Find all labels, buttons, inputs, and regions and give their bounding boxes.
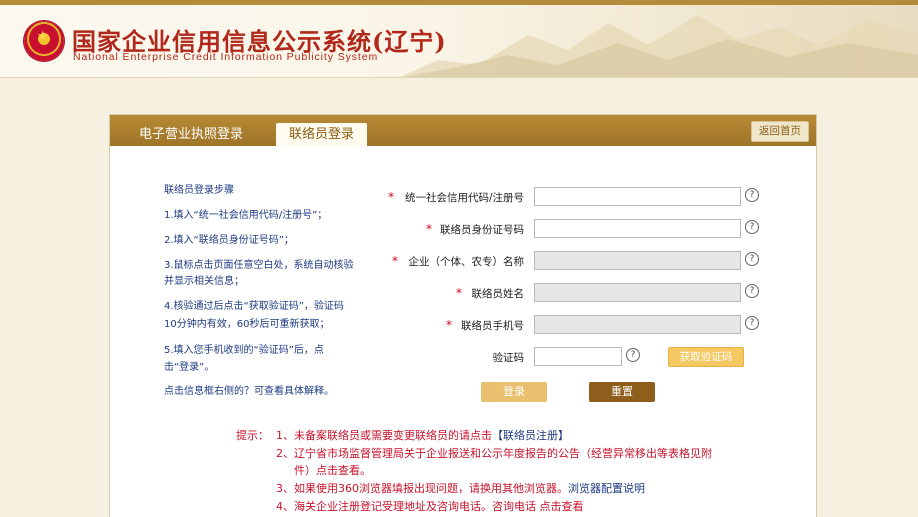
liaison-phone-label: 联络员手机号: [461, 320, 524, 332]
note-line-1: 1、未备案联络员或需要变更联络员的请点击【联络员注册】: [276, 427, 569, 444]
step-line: 5.填入您手机收到的“验证码”后，点: [164, 345, 324, 356]
help-icon[interactable]: ?: [745, 252, 759, 266]
form-row-liaison-name: * 联络员姓名 ?: [380, 283, 800, 303]
panel-header: 电子营业执照登录 联络员登录 返回首页: [110, 115, 816, 146]
site-subtitle: National Enterprise Credit Information P…: [73, 51, 379, 63]
liaison-phone-input[interactable]: [534, 315, 741, 334]
national-emblem-icon[interactable]: [24, 21, 64, 61]
help-icon[interactable]: ?: [626, 348, 640, 362]
required-mark: *: [446, 318, 452, 332]
help-icon[interactable]: ?: [745, 316, 759, 330]
step-line: 2.填入“联络员身份证号码”；: [164, 235, 294, 246]
tab-e-license-login[interactable]: 电子营业执照登录: [110, 123, 272, 146]
note-1-text: 1、未备案联络员或需要变更联络员的请点击: [276, 429, 492, 442]
form-row-id-number: * 联络员身份证号码 ?: [380, 219, 800, 239]
form-row-credit-code: * 统一社会信用代码/注册号 ?: [380, 187, 800, 207]
credit-code-input[interactable]: [534, 187, 741, 206]
required-mark: *: [392, 254, 398, 268]
step-line: 击“登录”。: [164, 362, 215, 373]
help-icon[interactable]: ?: [745, 220, 759, 234]
step-line: 10分钟内有效，60秒后可重新获取；: [164, 319, 330, 330]
form-row-liaison-phone: * 联络员手机号 ?: [380, 315, 800, 335]
browser-config-link[interactable]: 浏览器配置说明: [568, 482, 645, 495]
mountain-decoration: [400, 15, 918, 77]
liaison-register-link[interactable]: 【联络员注册】: [492, 429, 569, 442]
steps-hint: 点击信息框右侧的？可查看具体解释。: [164, 386, 334, 397]
company-name-label: 企业（个体、农专）名称: [408, 256, 525, 268]
note-line-2a: 2、辽宁省市场监督管理局关于企业报送和公示年度报告的公告（经营异常移出等表格见附: [276, 447, 712, 460]
steps-title: 联络员登录步骤: [164, 185, 234, 196]
help-icon[interactable]: ?: [745, 188, 759, 202]
tab-liaison-login[interactable]: 联络员登录: [276, 123, 367, 146]
login-button[interactable]: 登录: [481, 382, 547, 402]
login-panel: 电子营业执照登录 联络员登录 返回首页 联络员登录步骤 1.填入“统一社会信用代…: [109, 114, 817, 517]
step-line: 4.核验通过后点击“获取验证码”，验证码: [164, 301, 344, 312]
step-line: 3.鼠标点击页面任意空白处，系统自动核验: [164, 260, 354, 271]
step-line: 1.填入“统一社会信用代码/注册号”；: [164, 210, 328, 221]
liaison-name-input[interactable]: [534, 283, 741, 302]
captcha-input[interactable]: [534, 347, 622, 366]
note-line-4[interactable]: 4、海关企业注册登记受理地址及咨询电话。咨询电话 点击查看: [276, 498, 584, 515]
form-row-company-name: * 企业（个体、农专）名称 ?: [380, 251, 800, 271]
liaison-name-label: 联络员姓名: [471, 288, 525, 300]
form-row-captcha: 验证码 ? 获取验证码: [380, 347, 800, 367]
id-number-label: 联络员身份证号码: [440, 224, 524, 236]
required-mark: *: [426, 222, 432, 236]
note-line-3: 3、如果使用360浏览器填报出现问题，请换用其他浏览器。浏览器配置说明: [276, 480, 645, 497]
help-icon[interactable]: ?: [745, 284, 759, 298]
company-name-input[interactable]: [534, 251, 741, 270]
get-code-button[interactable]: 获取验证码: [668, 347, 744, 367]
note-3-text: 3、如果使用360浏览器填报出现问题，请换用其他浏览器。: [276, 482, 568, 495]
credit-code-label: 统一社会信用代码/注册号: [404, 192, 524, 204]
required-mark: *: [456, 286, 462, 300]
notes-prefix: 提示：: [236, 429, 269, 442]
captcha-label: 验证码: [492, 352, 525, 364]
step-line: 并显示相关信息；: [164, 276, 244, 287]
reset-button[interactable]: 重置: [589, 382, 655, 402]
required-mark: *: [388, 190, 394, 204]
back-home-button[interactable]: 返回首页: [751, 121, 809, 142]
note-line-2b[interactable]: 件）点击查看。: [294, 462, 371, 479]
id-number-input[interactable]: [534, 219, 741, 238]
site-header: 国家企业信用信息公示系统(辽宁) National Enterprise Cre…: [0, 0, 918, 78]
